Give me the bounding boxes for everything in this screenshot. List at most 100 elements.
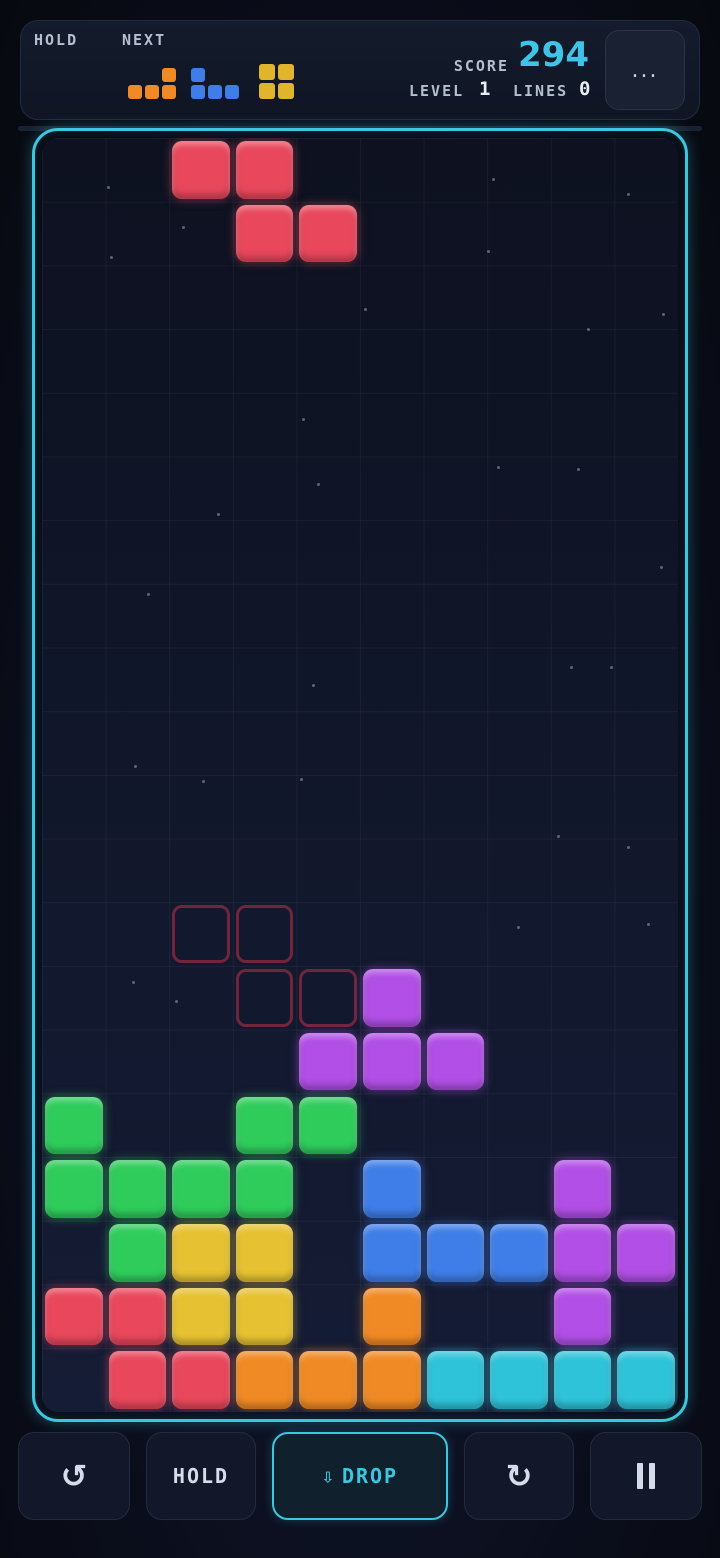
locked-cell — [299, 1351, 357, 1409]
star-decoration — [557, 835, 560, 838]
game-header: HOLD NEXT SCORE 294 LEVEL 1 LINES 0 ... — [20, 20, 700, 120]
star-decoration — [302, 418, 305, 421]
locked-cell — [235, 1096, 294, 1155]
star-decoration — [627, 193, 630, 196]
locked-cell — [426, 1351, 485, 1409]
locked-cell — [363, 1351, 421, 1409]
locked-cell — [45, 1160, 103, 1218]
star-decoration — [182, 226, 185, 229]
star-decoration — [610, 666, 613, 669]
rotate-right-button[interactable]: ↻ — [464, 1432, 574, 1520]
locked-cell — [172, 1160, 230, 1218]
arrow-down-icon: ⇩ — [321, 1464, 336, 1488]
star-decoration — [147, 593, 150, 596]
star-decoration — [647, 923, 650, 926]
star-decoration — [497, 466, 500, 469]
locked-cell — [363, 1032, 421, 1091]
star-decoration — [577, 468, 580, 471]
locked-cell — [235, 1351, 294, 1409]
ghost-cell — [299, 969, 357, 1027]
next-piece-cell — [191, 68, 205, 82]
locked-cell — [363, 1160, 421, 1218]
locked-cell — [235, 1223, 294, 1282]
locked-cell — [299, 1032, 357, 1091]
ghost-cell — [235, 905, 294, 964]
locked-cell — [553, 1287, 612, 1346]
star-decoration — [660, 566, 663, 569]
locked-cell — [108, 1287, 167, 1346]
star-decoration — [175, 1000, 178, 1003]
star-decoration — [134, 765, 137, 768]
rotate-ccw-icon: ↺ — [60, 1457, 88, 1495]
hold-button[interactable]: HOLD — [146, 1432, 256, 1520]
star-decoration — [312, 684, 315, 687]
rotate-left-button[interactable]: ↺ — [18, 1432, 130, 1520]
locked-cell — [617, 1223, 675, 1282]
next-piece-cell — [278, 83, 294, 99]
star-decoration — [662, 313, 665, 316]
star-decoration — [132, 981, 135, 984]
star-decoration — [570, 666, 573, 669]
active-piece-cell — [235, 141, 294, 199]
locked-cell — [490, 1351, 548, 1409]
star-decoration — [107, 186, 110, 189]
locked-cell — [172, 1223, 230, 1282]
more-icon: ... — [631, 57, 659, 83]
pause-icon — [637, 1463, 655, 1489]
next-piece-cell — [225, 85, 239, 99]
star-decoration — [317, 483, 320, 486]
lines-label: LINES — [513, 82, 569, 100]
locked-cell — [108, 1351, 167, 1409]
score-label: SCORE — [453, 57, 509, 75]
locked-cell — [553, 1351, 612, 1409]
star-decoration — [364, 308, 367, 311]
locked-cell — [553, 1160, 612, 1218]
star-decoration — [300, 778, 303, 781]
locked-cell — [45, 1287, 103, 1346]
next-piece-cell — [145, 85, 159, 99]
active-piece-cell — [172, 141, 230, 199]
locked-cell — [426, 1032, 485, 1091]
active-piece-cell — [299, 204, 357, 263]
locked-cell — [235, 1160, 294, 1218]
next-piece-cell — [162, 85, 176, 99]
star-decoration — [492, 178, 495, 181]
locked-cell — [490, 1223, 548, 1282]
locked-cell — [108, 1223, 167, 1282]
lines-value: 0 — [579, 78, 591, 100]
next-piece-cell — [259, 64, 275, 80]
level-value: 1 — [479, 78, 491, 100]
active-piece-cell — [235, 204, 294, 263]
hold-label: HOLD — [34, 31, 79, 49]
next-label: NEXT — [122, 31, 167, 49]
locked-cell — [617, 1351, 675, 1409]
star-decoration — [217, 513, 220, 516]
star-decoration — [587, 328, 590, 331]
star-decoration — [517, 926, 520, 929]
rotate-cw-icon: ↻ — [505, 1457, 533, 1495]
menu-button[interactable]: ... — [605, 30, 685, 110]
game-board[interactable] — [42, 138, 678, 1412]
next-piece-cell — [162, 68, 176, 82]
next-piece-cell — [191, 85, 205, 99]
star-decoration — [627, 846, 630, 849]
pause-button[interactable] — [590, 1432, 702, 1520]
locked-cell — [363, 1287, 421, 1346]
locked-cell — [235, 1287, 294, 1346]
drop-button[interactable]: ⇩ DROP — [272, 1432, 448, 1520]
next-piece-cell — [259, 83, 275, 99]
locked-cell — [299, 1096, 357, 1155]
score-value: 294 — [518, 35, 589, 75]
locked-cell — [363, 969, 421, 1027]
ghost-cell — [172, 905, 230, 964]
locked-cell — [108, 1160, 167, 1218]
star-decoration — [487, 250, 490, 253]
drop-button-label: DROP — [341, 1464, 399, 1488]
locked-cell — [172, 1287, 230, 1346]
ghost-cell — [235, 969, 294, 1027]
locked-cell — [45, 1096, 103, 1155]
locked-cell — [553, 1223, 612, 1282]
locked-cell — [426, 1223, 485, 1282]
star-decoration — [110, 256, 113, 259]
star-decoration — [202, 780, 205, 783]
